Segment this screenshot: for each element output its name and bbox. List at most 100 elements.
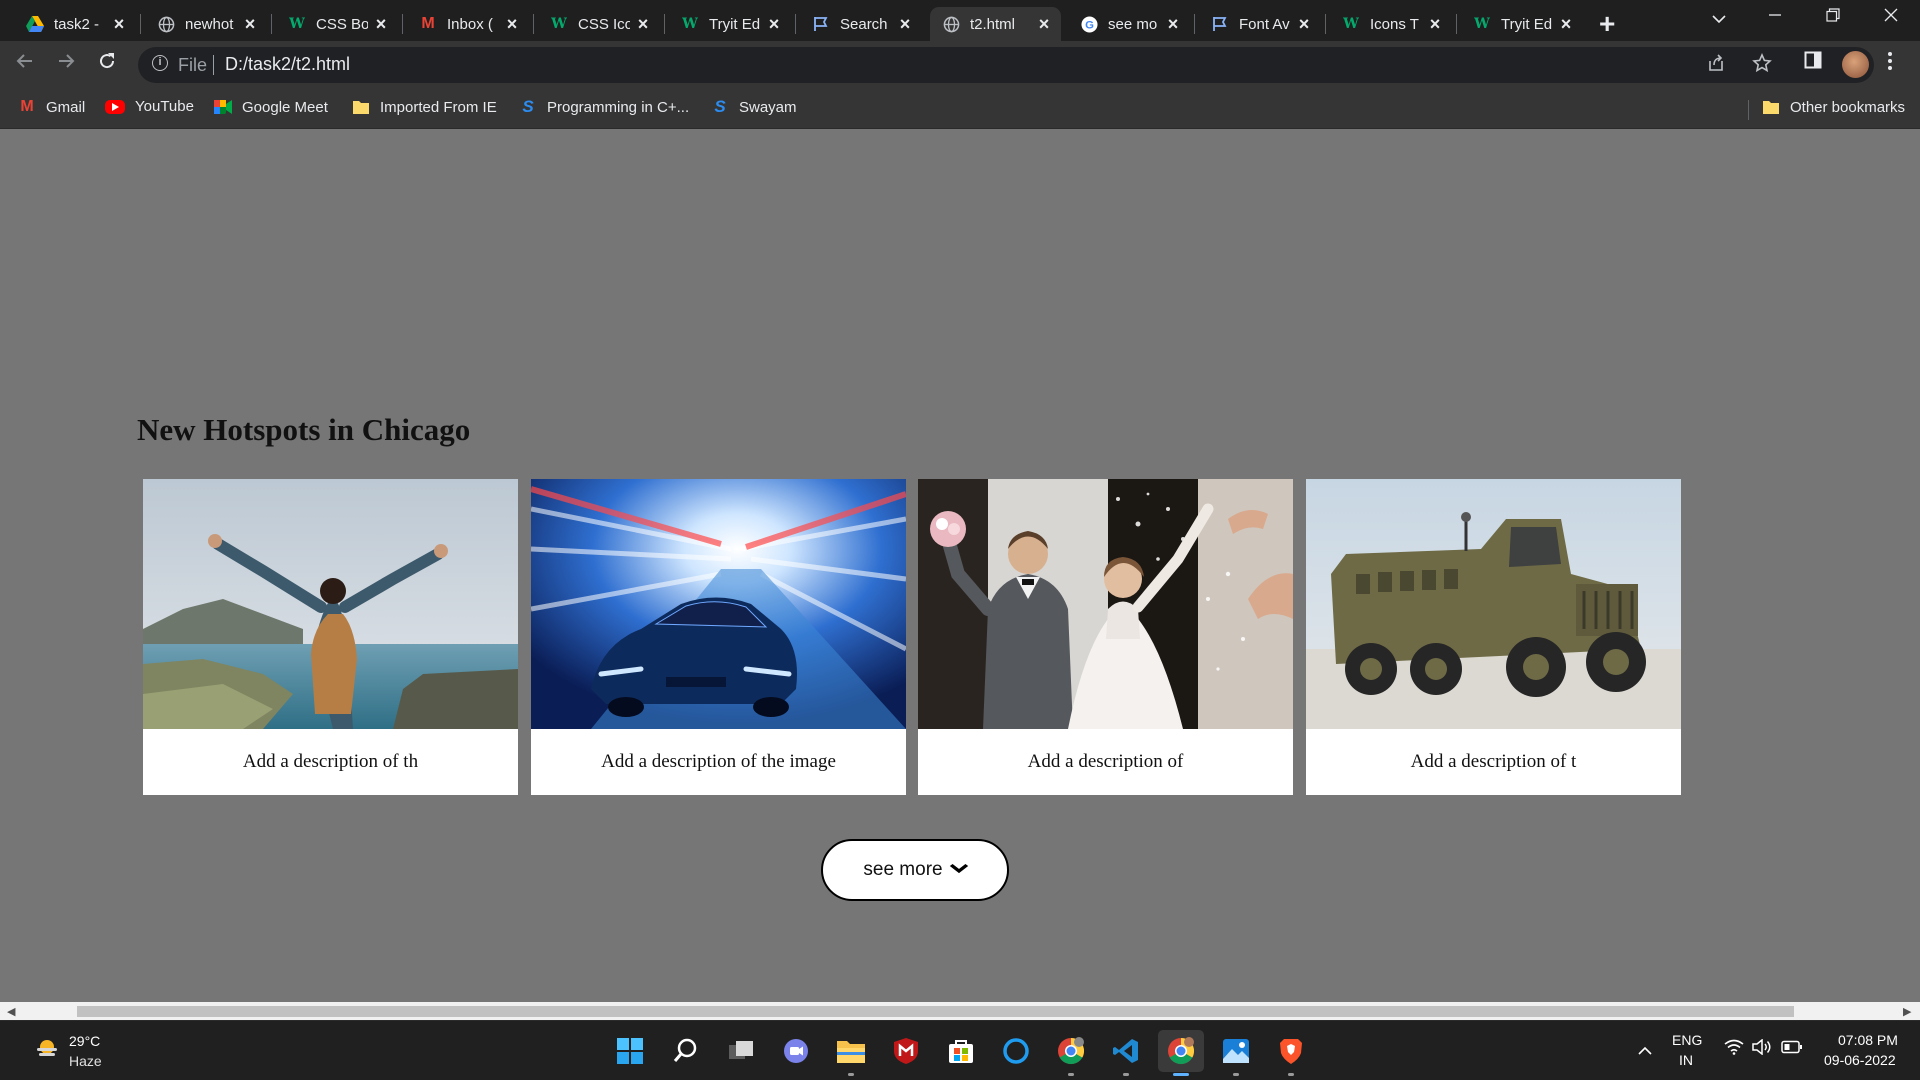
vscode-icon[interactable] bbox=[1110, 1035, 1142, 1067]
bookmark-youtube[interactable]: YouTube bbox=[105, 98, 194, 115]
scroll-left-arrow-icon[interactable]: ◀ bbox=[7, 1005, 15, 1018]
cortana-icon[interactable] bbox=[1000, 1035, 1032, 1067]
microsoft-store-icon[interactable] bbox=[945, 1035, 977, 1067]
weather-temperature[interactable]: 29°C bbox=[69, 1033, 100, 1049]
volume-icon[interactable] bbox=[1752, 1038, 1772, 1060]
hotspot-image-car bbox=[531, 479, 906, 729]
bookmark-swayam[interactable]: S Swayam bbox=[711, 97, 796, 116]
address-bar[interactable]: i File D:/task2/t2.html bbox=[138, 47, 1874, 83]
tab-newhot[interactable]: newhot × bbox=[145, 7, 267, 41]
tab-tryit-editor[interactable]: W Tryit Ed × bbox=[669, 7, 791, 41]
hotspot-card[interactable]: Add a description of the image bbox=[531, 479, 906, 795]
teams-chat-icon[interactable] bbox=[780, 1035, 812, 1067]
url-text[interactable]: D:/task2/t2.html bbox=[225, 54, 350, 75]
chrome-icon[interactable] bbox=[1055, 1035, 1087, 1067]
close-icon[interactable]: × bbox=[1426, 14, 1444, 35]
tab-icons-tutorial[interactable]: W Icons T × bbox=[1330, 7, 1452, 41]
hotspot-caption: Add a description of t bbox=[1410, 751, 1577, 772]
page-heading: New Hotspots in Chicago bbox=[137, 412, 471, 447]
weather-haze-icon[interactable] bbox=[35, 1038, 59, 1058]
side-panel-icon[interactable] bbox=[1804, 51, 1822, 75]
task-view-icon[interactable] bbox=[725, 1035, 757, 1067]
folder-icon bbox=[352, 98, 370, 116]
share-icon[interactable] bbox=[1706, 53, 1726, 79]
bookmarks-bar: M Gmail YouTube Google Meet Imported Fro… bbox=[0, 89, 1920, 129]
clock-date[interactable]: 09-06-2022 bbox=[1824, 1052, 1896, 1068]
bookmark-google-meet[interactable]: Google Meet bbox=[214, 98, 328, 116]
scheme-label: File bbox=[178, 55, 208, 75]
close-icon[interactable]: × bbox=[765, 14, 783, 35]
see-more-button[interactable]: see more bbox=[821, 839, 1009, 901]
hotspot-card[interactable]: Add a description of t bbox=[1306, 479, 1681, 795]
file-explorer-icon[interactable] bbox=[835, 1035, 867, 1067]
weather-description[interactable]: Haze bbox=[69, 1053, 102, 1069]
hotspot-caption: Add a description of bbox=[1027, 751, 1184, 772]
w3schools-icon: W bbox=[682, 16, 698, 32]
windows-taskbar: 29°C Haze ENG IN 07:08 PM 09-06-2022 bbox=[0, 1020, 1920, 1080]
back-button[interactable] bbox=[15, 51, 35, 77]
bookmark-star-icon[interactable] bbox=[1752, 53, 1772, 79]
info-icon[interactable]: i bbox=[152, 55, 168, 71]
bookmark-imported-from-ie[interactable]: Imported From IE bbox=[352, 98, 497, 116]
horizontal-scrollbar[interactable]: ◀ ▶ bbox=[0, 1002, 1920, 1020]
bookmark-programming-in-c[interactable]: S Programming in C+... bbox=[519, 97, 689, 116]
close-icon[interactable]: × bbox=[1164, 14, 1182, 35]
input-language-region[interactable]: IN bbox=[1679, 1052, 1693, 1068]
swayam-icon: S bbox=[522, 97, 534, 116]
tab-css-icons[interactable]: W CSS Ico × bbox=[538, 7, 660, 41]
close-icon[interactable]: × bbox=[634, 14, 652, 35]
flag-icon bbox=[1211, 15, 1229, 33]
new-tab-button[interactable]: + bbox=[1599, 8, 1615, 40]
flag-icon bbox=[812, 15, 830, 33]
google-drive-icon bbox=[26, 15, 44, 33]
tab-see-more[interactable]: G see mo × bbox=[1068, 7, 1190, 41]
close-icon[interactable]: × bbox=[1295, 14, 1313, 35]
gmail-icon: M bbox=[421, 15, 435, 32]
scrollbar-thumb[interactable] bbox=[77, 1006, 1794, 1017]
swayam-icon: S bbox=[714, 97, 726, 116]
close-icon[interactable]: × bbox=[503, 14, 521, 35]
minimize-button[interactable] bbox=[1768, 6, 1782, 27]
clock-time[interactable]: 07:08 PM bbox=[1838, 1032, 1898, 1048]
photos-icon[interactable] bbox=[1220, 1035, 1252, 1067]
forward-button[interactable] bbox=[56, 51, 76, 77]
battery-icon[interactable] bbox=[1781, 1039, 1803, 1059]
browser-toolbar: i File D:/task2/t2.html bbox=[0, 41, 1920, 89]
close-window-button[interactable] bbox=[1884, 6, 1898, 27]
wifi-icon[interactable] bbox=[1724, 1039, 1744, 1060]
brave-browser-icon[interactable] bbox=[1275, 1035, 1307, 1067]
scroll-right-arrow-icon[interactable]: ▶ bbox=[1903, 1005, 1911, 1018]
close-icon[interactable]: × bbox=[1557, 14, 1575, 35]
tab-inbox[interactable]: M Inbox ( × bbox=[407, 7, 529, 41]
menu-kebab-icon[interactable] bbox=[1887, 51, 1893, 77]
close-icon[interactable]: × bbox=[110, 14, 128, 35]
close-icon[interactable]: × bbox=[1035, 14, 1053, 35]
profile-avatar[interactable] bbox=[1842, 51, 1869, 78]
start-windows-icon[interactable] bbox=[614, 1035, 646, 1067]
close-icon[interactable]: × bbox=[241, 14, 259, 35]
hotspot-caption: Add a description of th bbox=[242, 751, 419, 772]
tab-tryit-editor-2[interactable]: W Tryit Ed × bbox=[1461, 7, 1583, 41]
mcafee-icon[interactable] bbox=[890, 1035, 922, 1067]
globe-icon bbox=[942, 15, 960, 33]
tab-strip: task2 - × newhot × W CSS Bo × M Inbox ( … bbox=[0, 0, 1920, 41]
tab-css-box[interactable]: W CSS Bo × bbox=[276, 7, 398, 41]
hotspot-card[interactable]: Add a description of bbox=[918, 479, 1293, 795]
input-language-primary[interactable]: ENG bbox=[1672, 1032, 1702, 1048]
close-icon[interactable]: × bbox=[896, 14, 914, 35]
bookmark-other-bookmarks[interactable]: Other bookmarks bbox=[1762, 98, 1905, 116]
restore-button[interactable] bbox=[1826, 6, 1840, 27]
search-icon[interactable] bbox=[670, 1035, 702, 1067]
chrome-icon[interactable] bbox=[1158, 1030, 1204, 1072]
reload-button[interactable] bbox=[97, 51, 117, 77]
tab-search-dropdown-icon[interactable] bbox=[1711, 8, 1727, 29]
chevron-up-icon[interactable] bbox=[1637, 1041, 1653, 1061]
bookmark-gmail[interactable]: M Gmail bbox=[18, 98, 85, 116]
hotspot-caption: Add a description of the image bbox=[601, 751, 836, 772]
hotspot-card[interactable]: Add a description of th bbox=[143, 479, 518, 795]
tab-font-awesome[interactable]: Font Av × bbox=[1199, 7, 1321, 41]
tab-task2[interactable]: task2 - × bbox=[14, 7, 136, 41]
close-icon[interactable]: × bbox=[372, 14, 390, 35]
tab-t2-html[interactable]: t2.html × bbox=[930, 7, 1061, 41]
tab-search[interactable]: Search × bbox=[800, 7, 922, 41]
